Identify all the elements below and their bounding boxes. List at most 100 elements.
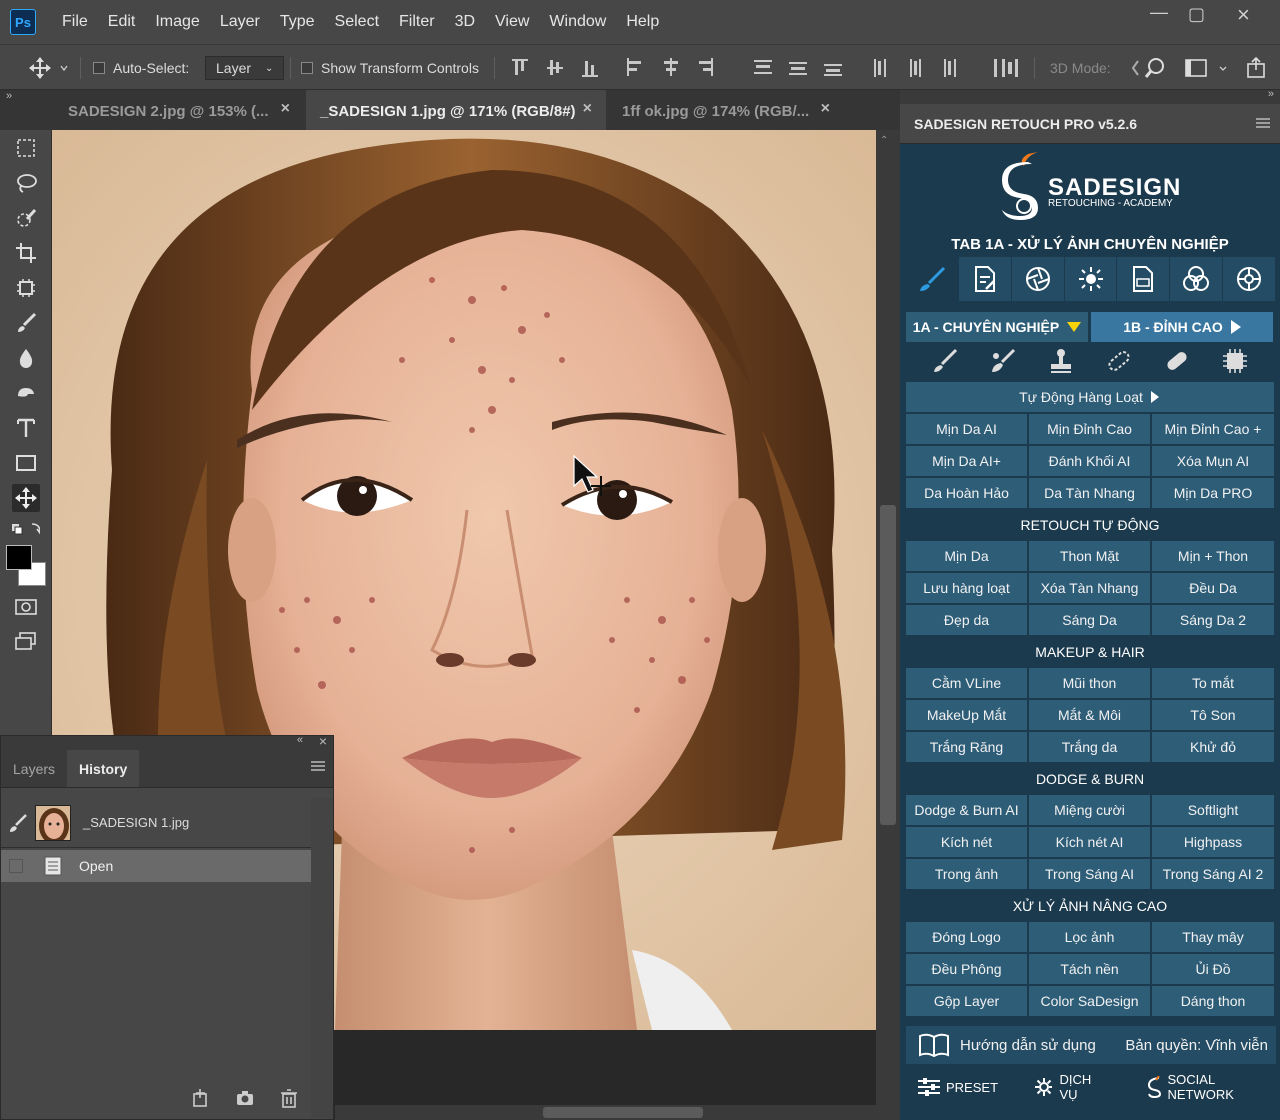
history-state-open[interactable]: Open xyxy=(1,850,311,882)
history-snapshot-row[interactable]: _SADESIGN 1.jpg xyxy=(1,798,311,848)
scroll-up-icon[interactable]: ⌃ xyxy=(880,135,888,146)
tab-layers[interactable]: Layers xyxy=(1,750,67,787)
chip-icon[interactable] xyxy=(1220,346,1250,376)
tab-filters[interactable] xyxy=(1012,257,1065,301)
move-tool[interactable] xyxy=(12,484,40,512)
tab-sadesign-1[interactable]: _SADESIGN 1.jpg @ 171% (RGB/8#) × xyxy=(306,90,606,132)
camera-icon[interactable] xyxy=(235,1088,255,1108)
quick-select-tool[interactable] xyxy=(12,204,40,232)
btn-gop-layer[interactable]: Gộp Layer xyxy=(906,986,1027,1016)
btn-dong-logo[interactable]: Đóng Logo xyxy=(906,922,1027,952)
menu-view[interactable]: View xyxy=(495,13,529,31)
expand-panel-icon[interactable]: » xyxy=(1268,88,1274,100)
menu-window[interactable]: Window xyxy=(549,13,606,31)
btn-trong-sang-ai[interactable]: Trong Sáng AI xyxy=(1029,859,1150,889)
btn-dodge-burn-ai[interactable]: Dodge & Burn AI xyxy=(906,795,1027,825)
tab-color[interactable] xyxy=(1170,257,1224,301)
btn-da-hoan-hao[interactable]: Da Hoàn Hảo xyxy=(906,478,1027,508)
mixer-brush-icon[interactable] xyxy=(988,346,1018,376)
tab-light[interactable] xyxy=(1065,257,1118,301)
menu-type[interactable]: Type xyxy=(280,13,315,31)
menu-3d[interactable]: 3D xyxy=(455,13,475,31)
history-brush-icon[interactable] xyxy=(7,812,29,834)
btn-min-da-pro[interactable]: Mịn Da PRO xyxy=(1152,478,1274,508)
maximize-icon[interactable]: ▢ xyxy=(1188,4,1205,25)
btn-deu-phong[interactable]: Đều Phông xyxy=(906,954,1027,984)
tab-retouch[interactable] xyxy=(906,257,959,301)
menu-layer[interactable]: Layer xyxy=(220,13,260,31)
auto-select-dropdown[interactable]: Layer ⌄ xyxy=(205,56,285,80)
menu-select[interactable]: Select xyxy=(335,13,379,31)
vertical-scrollbar[interactable]: ⌃ xyxy=(876,130,900,1105)
btn-min-da-ai-plus[interactable]: Mịn Da AI+ xyxy=(906,446,1027,476)
btn-highpass[interactable]: Highpass xyxy=(1152,827,1274,857)
distribute-button[interactable] xyxy=(1000,45,1020,91)
btn-min-dinh-cao[interactable]: Mịn Đỉnh Cao xyxy=(1029,414,1150,444)
social-network-button[interactable]: SOCIAL NETWORK xyxy=(1147,1072,1276,1102)
panel-menu-icon[interactable] xyxy=(311,760,325,772)
btn-min-dinh-cao-plus[interactable]: Mịn Đỉnh Cao + xyxy=(1152,414,1274,444)
btn-dang-thon[interactable]: Dáng thon xyxy=(1152,986,1274,1016)
preset-button[interactable]: PRESET xyxy=(918,1077,998,1097)
btn-trang-da[interactable]: Trắng da xyxy=(1029,732,1150,762)
blur-tool[interactable] xyxy=(12,344,40,372)
collapse-icon[interactable]: « xyxy=(297,734,303,746)
btn-deu-da[interactable]: Đều Da xyxy=(1152,573,1274,603)
btn-min-thon[interactable]: Mịn + Thon xyxy=(1152,541,1274,571)
btn-trong-sang-ai-2[interactable]: Trong Sáng AI 2 xyxy=(1152,859,1274,889)
btn-thay-may[interactable]: Thay mây xyxy=(1152,922,1274,952)
trash-icon[interactable] xyxy=(279,1088,299,1108)
close-tab-icon[interactable]: × xyxy=(583,100,592,118)
panel-menu-icon[interactable] xyxy=(1256,117,1270,129)
btn-color-sadesign[interactable]: Color SaDesign xyxy=(1029,986,1150,1016)
btn-ui-do[interactable]: Ủi Đồ xyxy=(1152,954,1274,984)
subtab-1a[interactable]: 1A - CHUYÊN NGHIỆP xyxy=(906,312,1088,342)
smudge-tool[interactable] xyxy=(12,379,40,407)
menu-help[interactable]: Help xyxy=(626,13,659,31)
auto-select-checkbox[interactable] xyxy=(93,62,105,74)
new-document-from-state-icon[interactable] xyxy=(191,1088,211,1108)
btn-da-tan-nhang[interactable]: Da Tàn Nhang xyxy=(1029,478,1150,508)
move-tool-preset[interactable] xyxy=(28,45,68,91)
lasso-tool[interactable] xyxy=(12,169,40,197)
frame-tool[interactable] xyxy=(12,274,40,302)
btn-tach-nen[interactable]: Tách nền xyxy=(1029,954,1150,984)
menu-edit[interactable]: Edit xyxy=(108,13,136,31)
btn-khu-do[interactable]: Khử đỏ xyxy=(1152,732,1274,762)
menu-filter[interactable]: Filter xyxy=(399,13,435,31)
tab-settings[interactable] xyxy=(1223,257,1277,301)
tab-sadesign-2[interactable]: SADESIGN 2.jpg @ 153% (... × xyxy=(54,90,304,132)
btn-makeup-mat[interactable]: MakeUp Mắt xyxy=(906,700,1027,730)
btn-danh-khoi-ai[interactable]: Đánh Khối AI xyxy=(1029,446,1150,476)
btn-mieng-cuoi[interactable]: Miệng cười xyxy=(1029,795,1150,825)
menu-file[interactable]: File xyxy=(62,13,88,31)
tab-1ff-ok[interactable]: 1ff ok.jpg @ 174% (RGB/... × xyxy=(608,90,844,132)
history-scrollbar[interactable] xyxy=(311,798,333,1118)
close-panel-icon[interactable]: × xyxy=(319,733,327,749)
vertical-scroll-thumb[interactable] xyxy=(880,505,896,825)
swap-colors[interactable] xyxy=(12,518,40,538)
btn-sang-da-2[interactable]: Sáng Da 2 xyxy=(1152,605,1274,635)
menu-image[interactable]: Image xyxy=(155,13,199,31)
tab-document[interactable] xyxy=(959,257,1012,301)
healing-brush-icon[interactable] xyxy=(1162,346,1192,376)
horizontal-scrollbar[interactable] xyxy=(335,1105,900,1120)
horizontal-scroll-thumb[interactable] xyxy=(543,1107,703,1118)
history-source-checkbox[interactable] xyxy=(9,859,23,873)
close-icon[interactable]: × xyxy=(1237,2,1250,28)
subtab-1b[interactable]: 1B - ĐỈNH CAO xyxy=(1091,312,1273,342)
minimize-icon[interactable]: — xyxy=(1150,2,1168,23)
type-tool[interactable] xyxy=(12,414,40,442)
btn-cam-vline[interactable]: Cằm VLine xyxy=(906,668,1027,698)
btn-kich-net-ai[interactable]: Kích nét AI xyxy=(1029,827,1150,857)
book-icon[interactable] xyxy=(918,1032,950,1058)
btn-sang-da[interactable]: Sáng Da xyxy=(1029,605,1150,635)
crop-tool[interactable] xyxy=(12,239,40,267)
show-transform-checkbox[interactable] xyxy=(301,62,313,74)
btn-mui-thon[interactable]: Mũi thon xyxy=(1029,668,1150,698)
guide-link[interactable]: Hướng dẫn sử dụng xyxy=(960,1037,1096,1054)
btn-min-da[interactable]: Mịn Da xyxy=(906,541,1027,571)
marquee-tool[interactable] xyxy=(12,134,40,162)
btn-thon-mat[interactable]: Thon Mặt xyxy=(1029,541,1150,571)
btn-xoa-tan-nhang[interactable]: Xóa Tàn Nhang xyxy=(1029,573,1150,603)
